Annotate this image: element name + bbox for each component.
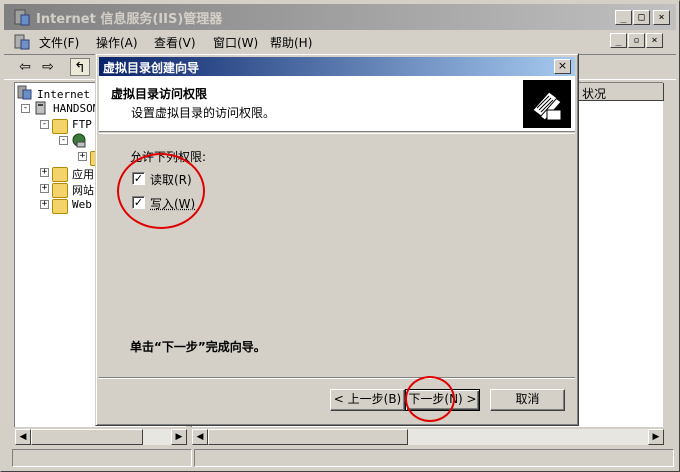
- menu-window[interactable]: 窗口(W): [213, 34, 258, 51]
- mdi-minimize-button[interactable]: _: [610, 33, 627, 48]
- write-checkbox-label[interactable]: 写入(W): [150, 195, 195, 212]
- scroll-thumb[interactable]: [31, 429, 143, 445]
- tree-label: HANDSOM: [53, 102, 100, 115]
- up-folder-icon[interactable]: ↰: [70, 58, 90, 76]
- header-divider: [99, 133, 575, 134]
- expand-icon[interactable]: +: [40, 200, 49, 209]
- folder-icon: [52, 119, 68, 134]
- expand-icon[interactable]: +: [78, 152, 87, 161]
- wizard-title: 虚拟目录创建向导: [103, 61, 200, 75]
- collapse-icon[interactable]: -: [59, 136, 68, 145]
- folder-icon: [52, 183, 68, 198]
- tree-horizontal-scrollbar[interactable]: ◀ ▶: [15, 429, 187, 445]
- server-icon: [33, 101, 49, 116]
- tree-label: Web: [72, 198, 92, 211]
- scroll-left-icon[interactable]: ◀: [192, 429, 208, 445]
- iis-app-icon: [14, 9, 30, 26]
- folder-icon: [52, 199, 68, 214]
- scroll-right-icon[interactable]: ▶: [171, 429, 187, 445]
- iis-root-icon: [17, 85, 33, 100]
- wizard-title-bar[interactable]: 虚拟目录创建向导 ×: [99, 57, 575, 76]
- wizard-close-button[interactable]: ×: [554, 59, 571, 74]
- virtual-directory-wizard-dialog: 虚拟目录创建向导 × 虚拟目录访问权限 设置虚拟目录的访问权限。 允许下列权限:…: [95, 53, 579, 426]
- status-cell-left: [12, 449, 192, 467]
- read-checkbox[interactable]: ✓: [132, 172, 145, 185]
- finish-instruction: 单击“下一步”完成向导。: [130, 340, 266, 354]
- wizard-subheading: 设置虚拟目录的访问权限。: [131, 106, 276, 120]
- main-title-bar[interactable]: Internet 信息服务(IIS)管理器 _ □ ×: [4, 4, 676, 30]
- footer-divider: [99, 377, 575, 379]
- expand-icon[interactable]: +: [40, 184, 49, 193]
- mmc-document-icon: [14, 34, 30, 50]
- next-button[interactable]: 下一步(N) >: [405, 389, 480, 411]
- scroll-left-icon[interactable]: ◀: [15, 429, 31, 445]
- read-checkbox-label[interactable]: 读取(R): [150, 171, 192, 188]
- wizard-banner-icon: [523, 80, 571, 128]
- column-header-label: 状况: [582, 87, 607, 101]
- scroll-right-icon[interactable]: ▶: [648, 429, 664, 445]
- maximize-button[interactable]: □: [633, 10, 650, 25]
- forward-arrow-icon[interactable]: ⇨: [38, 58, 58, 76]
- back-button[interactable]: < 上一步(B): [330, 389, 405, 411]
- permissions-label: 允许下列权限:: [130, 150, 207, 164]
- mdi-restore-button[interactable]: ▫: [628, 33, 645, 48]
- collapse-icon[interactable]: -: [40, 120, 49, 129]
- write-checkbox[interactable]: ✓: [132, 196, 145, 209]
- collapse-icon[interactable]: -: [21, 104, 30, 113]
- wizard-header: 虚拟目录访问权限 设置虚拟目录的访问权限。: [99, 76, 575, 132]
- menu-action[interactable]: 操作(A): [96, 34, 138, 51]
- status-bar: [4, 447, 676, 469]
- column-header-status[interactable]: 状况: [577, 83, 664, 101]
- folder-icon: [52, 167, 68, 182]
- menu-file[interactable]: 文件(F): [39, 34, 79, 51]
- ftp-site-icon: [71, 133, 87, 148]
- menu-bar: 文件(F) 操作(A) 查看(V) 窗口(W) 帮助(H) _ ▫ ×: [4, 31, 676, 53]
- tree-label: 应用: [72, 168, 94, 181]
- list-horizontal-scrollbar[interactable]: ◀ ▶: [192, 429, 664, 445]
- expand-icon[interactable]: +: [40, 168, 49, 177]
- back-arrow-icon[interactable]: ⇦: [15, 58, 35, 76]
- scroll-thumb[interactable]: [208, 429, 408, 445]
- menu-view[interactable]: 查看(V): [154, 34, 196, 51]
- mdi-close-button[interactable]: ×: [646, 33, 663, 48]
- main-window-title: Internet 信息服务(IIS)管理器: [36, 12, 223, 27]
- close-button[interactable]: ×: [653, 10, 670, 25]
- wizard-heading: 虚拟目录访问权限: [111, 87, 208, 101]
- tree-label: FTP: [72, 118, 92, 131]
- tree-label: 网站: [72, 184, 94, 197]
- minimize-button[interactable]: _: [615, 10, 632, 25]
- cancel-button[interactable]: 取消: [490, 389, 565, 411]
- status-cell-right: [194, 449, 674, 467]
- menu-help[interactable]: 帮助(H): [270, 34, 312, 51]
